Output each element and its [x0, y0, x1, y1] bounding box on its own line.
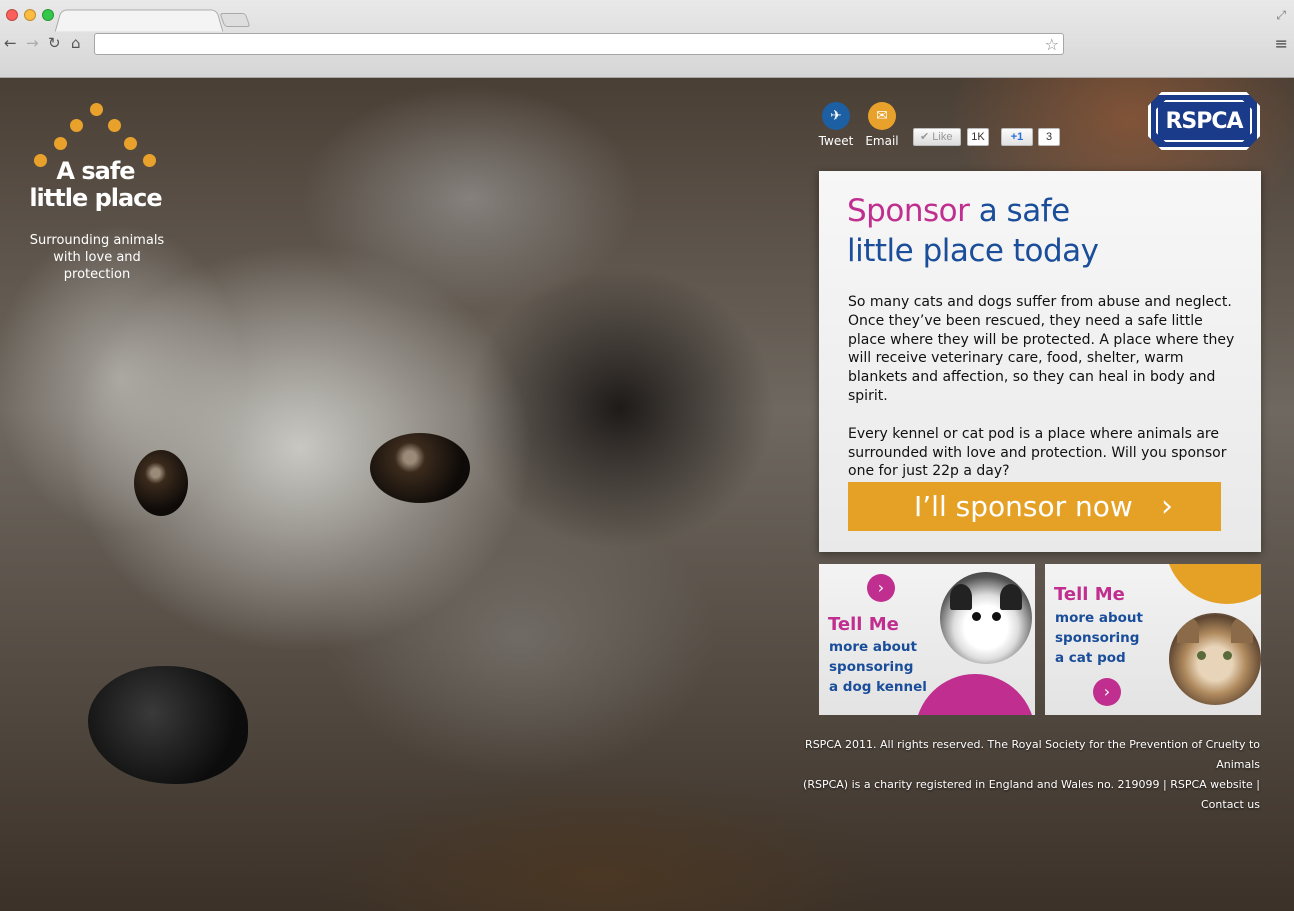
rspca-website-link[interactable]: RSPCA website	[1170, 778, 1253, 791]
logo-dot	[124, 137, 137, 150]
tile-text-line: more about	[1055, 610, 1143, 626]
logo-dot	[70, 119, 83, 132]
logo-tagline-line: with love and protection	[53, 250, 141, 282]
page-background: A safe little place Surrounding animals …	[0, 78, 1294, 911]
body-paragraph: Every kennel or cat pod is a place where…	[848, 425, 1227, 480]
cat-ear	[1177, 617, 1199, 643]
zoom-window-button[interactable]	[42, 9, 54, 21]
heading-line2: little place today	[847, 233, 1099, 269]
browser-toolbar: ← → ↻ ⌂ ☆ ≡	[0, 30, 1294, 58]
tile-text-line: a cat pod	[1055, 650, 1126, 666]
rspca-logo[interactable]: RSPCA	[1148, 92, 1260, 150]
logo-dot	[54, 137, 67, 150]
decorative-circle	[1165, 564, 1261, 604]
footer: RSPCA 2011. All rights reserved. The Roy…	[770, 735, 1260, 815]
logo-dot	[90, 103, 103, 116]
new-tab-button[interactable]	[219, 13, 251, 27]
tile-heading: Tell Me	[828, 614, 899, 635]
logo-dot	[108, 119, 121, 132]
cat-ear	[1231, 617, 1253, 643]
footer-line: (RSPCA) is a charity registered in Engla…	[770, 775, 1260, 815]
address-input[interactable]	[95, 34, 1063, 55]
chevron-right-icon[interactable]: ›	[1093, 678, 1121, 706]
cat-pod-tile[interactable]: Tell Me more about sponsoring a cat pod …	[1045, 564, 1261, 715]
logo-title-line: little place	[29, 184, 162, 212]
tile-text: more about sponsoring a dog kennel	[829, 637, 927, 697]
email-label: Email	[865, 134, 899, 148]
contact-us-link[interactable]: Contact us	[1201, 798, 1260, 811]
plusone-count: 3	[1038, 128, 1060, 146]
logo-tagline: Surrounding animals with love and protec…	[24, 232, 170, 283]
twitter-bird-icon: ✈	[822, 102, 850, 130]
decorative-circle	[915, 674, 1035, 715]
logo-tagline-line: Surrounding animals	[29, 233, 165, 248]
browser-chrome: ⤢ ← → ↻ ⌂ ☆ ≡	[0, 0, 1294, 78]
tile-text-line: a dog kennel	[829, 679, 927, 695]
chevron-right-icon[interactable]: ›	[867, 574, 895, 602]
fullscreen-icon[interactable]: ⤢	[1276, 8, 1286, 23]
dog-kennel-tile[interactable]: › Tell Me more about sponsoring a dog ke…	[819, 564, 1035, 715]
tweet-label: Tweet	[818, 134, 854, 148]
tile-text: more about sponsoring a cat pod	[1055, 608, 1143, 668]
google-plusone-button[interactable]: +1	[1001, 128, 1033, 146]
dog-photo-nose	[88, 666, 248, 784]
back-icon[interactable]: ←	[4, 34, 17, 52]
rspca-logo-text: RSPCA	[1156, 100, 1252, 142]
like-count: 1K	[967, 128, 989, 146]
dog-ear	[950, 584, 972, 610]
dog-ear	[1000, 584, 1022, 610]
home-icon[interactable]: ⌂	[71, 34, 81, 52]
dog-photo	[940, 572, 1032, 664]
footer-line: RSPCA 2011. All rights reserved. The Roy…	[805, 738, 1260, 771]
close-window-button[interactable]	[6, 9, 18, 21]
dog-photo-eye	[134, 450, 188, 516]
envelope-icon: ✉	[868, 102, 896, 130]
panel-body: So many cats and dogs suffer from abuse …	[848, 293, 1238, 481]
address-bar[interactable]: ☆	[94, 33, 1064, 55]
heading-highlight: Sponsor	[847, 193, 970, 229]
forward-icon[interactable]: →	[26, 34, 39, 52]
footer-charity-text: (RSPCA) is a charity registered in Engla…	[803, 778, 1171, 791]
logo-dot	[143, 154, 156, 167]
tile-text-line: more about	[829, 639, 917, 655]
panel-heading: Sponsor a safe little place today	[847, 191, 1099, 271]
tab-strip: ⤢	[0, 0, 1294, 32]
cat-photo	[1169, 613, 1261, 705]
cat-eye	[1197, 651, 1206, 660]
logo-dot	[34, 154, 47, 167]
browser-tab-active[interactable]	[54, 9, 224, 32]
heading-text: a safe	[969, 193, 1071, 229]
tile-text-line: sponsoring	[1055, 630, 1140, 646]
email-button[interactable]: ✉ Email	[864, 102, 900, 148]
dog-eye	[992, 612, 1001, 621]
tweet-button[interactable]: ✈ Tweet	[818, 102, 854, 148]
bookmark-star-icon[interactable]: ☆	[1045, 35, 1059, 54]
cat-eye	[1223, 651, 1232, 660]
tile-text-line: sponsoring	[829, 659, 914, 675]
sponsor-now-button[interactable]: I’ll sponsor now ›	[848, 482, 1221, 531]
browser-menu-icon[interactable]: ≡	[1275, 34, 1288, 53]
sponsor-now-label: I’ll sponsor now	[914, 490, 1133, 523]
footer-separator: |	[1252, 778, 1260, 791]
chevron-right-icon: ›	[1161, 489, 1173, 524]
reload-icon[interactable]: ↻	[48, 34, 61, 52]
body-paragraph: So many cats and dogs suffer from abuse …	[848, 294, 1235, 404]
logo-dots	[24, 100, 174, 170]
minimize-window-button[interactable]	[24, 9, 36, 21]
dog-photo-eye	[370, 433, 470, 503]
dog-eye	[972, 612, 981, 621]
site-logo[interactable]: A safe little place Surrounding animals …	[24, 100, 174, 283]
sponsor-panel: Sponsor a safe little place today So man…	[819, 171, 1261, 552]
facebook-like-button[interactable]: ✔ Like	[913, 128, 961, 146]
tile-heading: Tell Me	[1054, 584, 1125, 605]
